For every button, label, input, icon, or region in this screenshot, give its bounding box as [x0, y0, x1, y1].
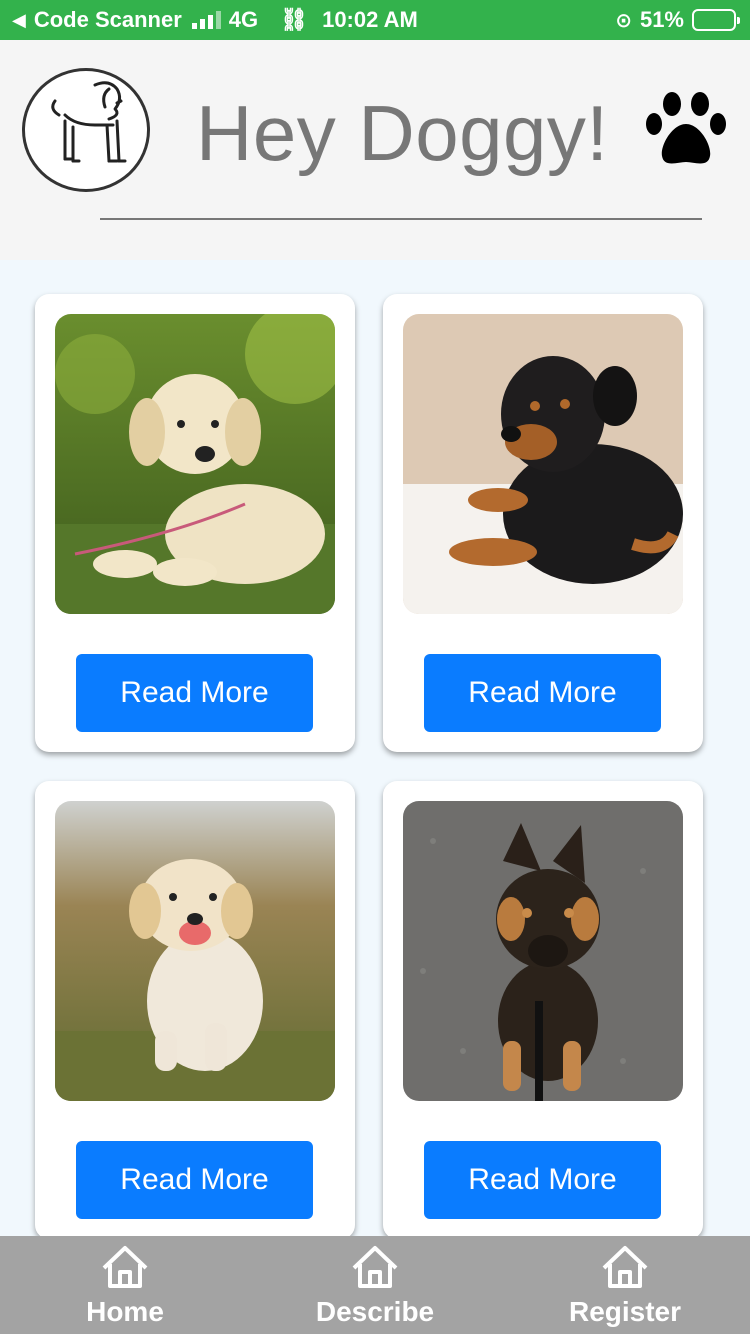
status-time: 10:02 AM — [322, 7, 418, 32]
paw-icon — [646, 92, 726, 164]
home-icon — [602, 1246, 648, 1288]
dog-card: Read More — [383, 294, 703, 752]
golden-retriever-puppy-photo — [55, 801, 335, 1101]
nav-label: Home — [86, 1296, 164, 1327]
yellow-lab-puppy-photo — [55, 314, 335, 614]
battery-percent: 51% — [639, 7, 684, 32]
nav-label: Describe — [315, 1296, 435, 1327]
nav-label: Register — [568, 1296, 682, 1327]
read-more-button[interactable]: Read More — [76, 1141, 313, 1219]
back-arrow-icon[interactable]: ◀ — [12, 10, 26, 31]
dog-card-grid: Read More Read More Read More Read More — [0, 260, 750, 1236]
dog-card: Read More — [35, 294, 355, 752]
page-title: Hey Doggy! — [196, 89, 609, 177]
home-icon — [102, 1246, 148, 1288]
app-header: Hey Doggy! — [0, 40, 750, 260]
rottweiler-puppy-photo — [403, 314, 683, 614]
read-more-button[interactable]: Read More — [76, 654, 313, 732]
battery-icon — [692, 9, 740, 31]
back-app-label[interactable]: Code Scanner — [34, 7, 182, 33]
bottom-nav: Home Describe Register — [0, 1236, 750, 1334]
german-shepherd-puppy-photo — [403, 801, 683, 1101]
nav-item-home[interactable]: Home — [0, 1236, 250, 1334]
read-more-button[interactable]: Read More — [424, 654, 661, 732]
home-icon — [352, 1246, 398, 1288]
network-type: 4G — [228, 7, 259, 32]
dog-card: Read More — [35, 781, 355, 1236]
status-bar: ◀ Code Scanner 4G ⛓ 10:02 AM ⊙ 51% — [0, 0, 750, 40]
dog-logo-icon — [22, 68, 150, 192]
rotation-lock-icon: ⊙ — [615, 9, 632, 32]
nav-item-describe[interactable]: Describe — [250, 1236, 500, 1334]
dog-card: Read More — [383, 781, 703, 1236]
read-more-button[interactable]: Read More — [424, 1141, 661, 1219]
signal-icon — [191, 11, 221, 29]
link-icon: ⛓ — [280, 7, 309, 32]
header-divider — [100, 218, 702, 220]
nav-item-register[interactable]: Register — [500, 1236, 750, 1334]
